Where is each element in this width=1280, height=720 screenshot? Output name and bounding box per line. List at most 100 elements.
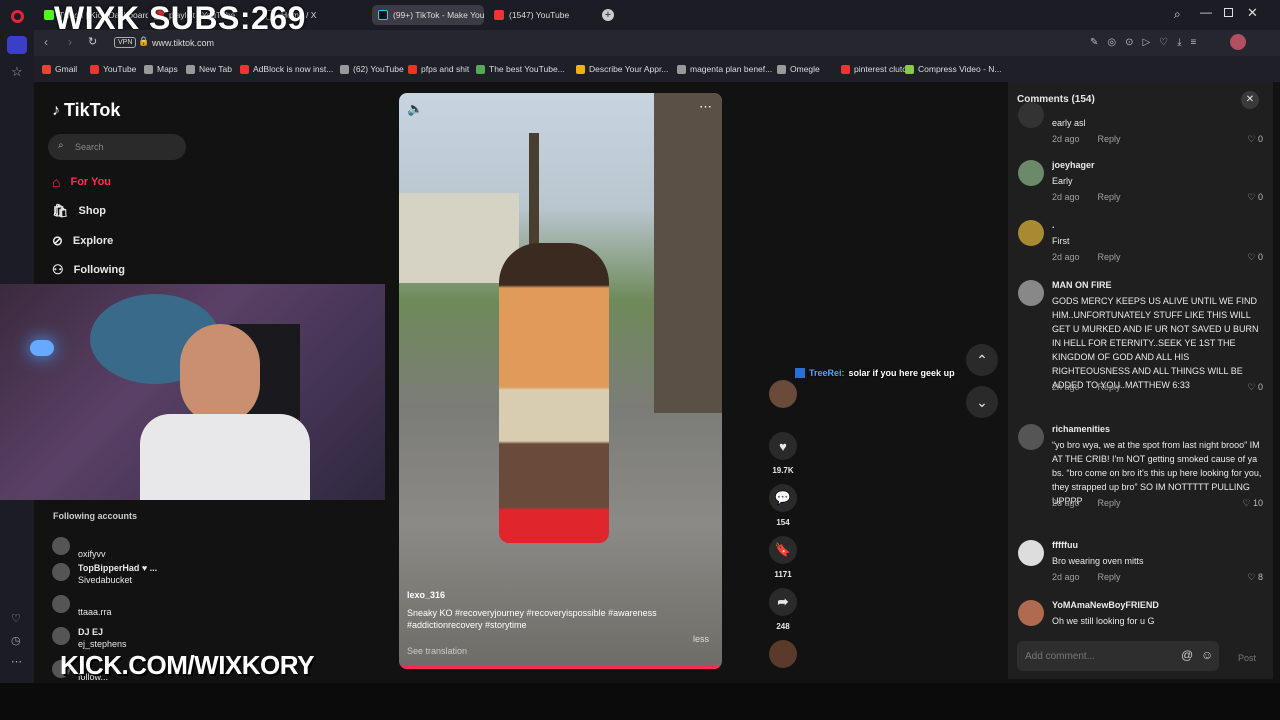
reply-button[interactable]: Reply <box>1098 134 1121 144</box>
comment-like-button[interactable]: ♡ 0 <box>1247 382 1263 393</box>
bookmark-item[interactable]: New Tab <box>186 64 232 74</box>
comment-author[interactable]: . <box>1052 220 1055 230</box>
bookmark-item[interactable]: magenta plan benef... <box>677 64 772 74</box>
comment-author[interactable]: joeyhager <box>1052 160 1095 170</box>
close-window-button[interactable]: ✕ <box>1247 5 1258 21</box>
heart-icon: ♡ <box>1247 572 1258 582</box>
bookmark-item[interactable]: AdBlock is now inst... <box>240 64 333 74</box>
avatar[interactable] <box>1230 34 1246 50</box>
url-field[interactable]: www.tiktok.com <box>152 38 214 48</box>
nav-explore[interactable]: ⊘ Explore <box>52 233 113 249</box>
more-icon[interactable]: ⋯ <box>11 655 22 668</box>
toolbar-icons: ✎◎⊙▷♡⤓≡ <box>1090 37 1206 48</box>
nav-for-you[interactable]: ⌂ For You <box>52 174 111 190</box>
comment-like-button[interactable]: ♡ 8 <box>1247 572 1263 583</box>
kick-overlay: KICK.COM/WIXKORY <box>60 650 314 680</box>
bookmark-icon <box>240 64 249 74</box>
search-tabs-icon[interactable]: ⌕ <box>1174 7 1181 22</box>
heart-icon[interactable]: ♡ <box>11 612 21 625</box>
save-button[interactable]: 🔖 1171 <box>767 536 799 579</box>
opera-logo-icon[interactable] <box>11 10 24 23</box>
avatar[interactable] <box>1018 280 1044 306</box>
bookmark-item[interactable]: Maps <box>144 64 178 74</box>
tiktok-logo[interactable]: ♪ TikTok <box>52 100 120 121</box>
like-button[interactable]: ♥ 19.7K <box>767 432 799 475</box>
post-button[interactable]: Post <box>1238 653 1256 663</box>
bookmark-item[interactable]: pinterest clutch <box>841 64 911 74</box>
bookmark-item[interactable]: (62) YouTube <box>340 64 404 74</box>
mention-icon[interactable]: @ <box>1181 648 1193 662</box>
video-username[interactable]: lexo_316 <box>407 590 445 600</box>
maximize-button[interactable] <box>1224 8 1233 17</box>
share-button[interactable]: ➦ 248 <box>767 588 799 631</box>
back-icon[interactable]: ‹ <box>44 35 48 49</box>
creator-avatar[interactable] <box>767 380 799 414</box>
bookmark-icon <box>777 64 786 74</box>
comment-like-button[interactable]: ♡ 0 <box>1247 192 1263 203</box>
volume-icon[interactable]: 🔈 <box>407 101 423 117</box>
comment-author[interactable]: MAN ON FIRE <box>1052 280 1112 290</box>
bookmark-item[interactable]: pfps and shit <box>408 64 469 74</box>
kick-icon <box>44 10 54 20</box>
forward-icon[interactable]: › <box>68 35 72 49</box>
tab-tiktok[interactable]: (99+) TikTok - Make Your Day <box>372 5 484 25</box>
comment-author[interactable]: YoMAmaNewBoyFRIEND <box>1052 600 1159 610</box>
comment-button[interactable]: 💬 154 <box>767 484 799 527</box>
bookmark-item[interactable]: The best YouTube... <box>476 64 565 74</box>
history-icon[interactable]: ◷ <box>11 634 21 647</box>
less-link[interactable]: less <box>693 634 709 644</box>
comment-like-button[interactable]: ♡ 0 <box>1247 252 1263 263</box>
new-tab-button[interactable]: + <box>602 9 614 21</box>
close-comments-button[interactable]: ✕ <box>1241 91 1259 109</box>
prev-video-button[interactable]: ⌃ <box>966 344 998 376</box>
comment-author[interactable]: fffffuu <box>1052 540 1078 550</box>
avatar[interactable] <box>1018 220 1044 246</box>
bookmark-icon <box>408 64 417 74</box>
reply-button[interactable]: Reply <box>1098 382 1121 392</box>
avatar[interactable] <box>1018 160 1044 186</box>
following-icon: ⚇ <box>52 262 64 277</box>
reply-button[interactable]: Reply <box>1098 192 1121 202</box>
comment-icon: 💬 <box>769 484 797 512</box>
heart-icon: ♡ <box>1247 252 1258 262</box>
reply-button[interactable]: Reply <box>1098 572 1121 582</box>
vpn-badge[interactable]: VPN <box>114 37 137 48</box>
comment-like-button[interactable]: ♡ 0 <box>1247 134 1263 145</box>
reload-icon[interactable]: ↻ <box>88 35 97 48</box>
avatar[interactable] <box>1018 102 1044 128</box>
bookmark-icon <box>841 64 850 74</box>
bookmark-item[interactable]: Compress Video - N... <box>905 64 1001 74</box>
avatar[interactable] <box>1018 424 1044 450</box>
minimize-button[interactable]: — <box>1200 5 1212 19</box>
star-icon[interactable]: ☆ <box>11 64 23 80</box>
bookmark-item[interactable]: YouTube <box>90 64 136 74</box>
emoji-icon[interactable]: ☺ <box>1201 648 1213 662</box>
next-video-button[interactable]: ⌄ <box>966 386 998 418</box>
video-progress[interactable] <box>399 666 722 669</box>
comment-text: Early <box>1052 176 1073 186</box>
reply-button[interactable]: Reply <box>1098 252 1121 262</box>
comment-like-button[interactable]: ♡ 10 <box>1242 498 1263 509</box>
search-input[interactable]: ⌕ Search <box>48 134 186 160</box>
bookmarks-bar: Gmail YouTube Maps New Tab AdBlock is now in… <box>34 56 1280 82</box>
add-comment-input[interactable]: Add comment... @ ☺ <box>1017 641 1219 671</box>
more-options-icon[interactable]: ⋯ <box>699 99 712 115</box>
avatar <box>52 537 70 555</box>
avatar[interactable] <box>1018 540 1044 566</box>
video-player[interactable]: 🔈 ⋯ lexo_316 Sneaky KO #recoveryjourney … <box>399 93 722 669</box>
nav-shop[interactable]: 🛍 Shop <box>52 203 106 219</box>
reply-button[interactable]: Reply <box>1098 498 1121 508</box>
bookmark-item[interactable]: Gmail <box>42 64 77 74</box>
bookmark-item[interactable]: Describe Your Appr... <box>576 64 668 74</box>
music-avatar[interactable] <box>767 640 799 674</box>
home-icon[interactable] <box>7 36 27 54</box>
comment-meta: 2d ago Reply <box>1052 192 1121 202</box>
tab-youtube[interactable]: (1547) YouTube <box>488 5 598 25</box>
see-translation-link[interactable]: See translation <box>407 646 467 656</box>
bookmark-item[interactable]: Omegle <box>777 64 820 74</box>
nav-following[interactable]: ⚇ Following <box>52 262 125 278</box>
comment-author[interactable]: richamenities <box>1052 424 1110 434</box>
comment-text: Oh we still looking for u G <box>1052 616 1155 626</box>
avatar[interactable] <box>1018 600 1044 626</box>
address-bar: ‹ › ↻ VPN 🔒 www.tiktok.com ✎◎⊙▷♡⤓≡ <box>34 30 1280 56</box>
